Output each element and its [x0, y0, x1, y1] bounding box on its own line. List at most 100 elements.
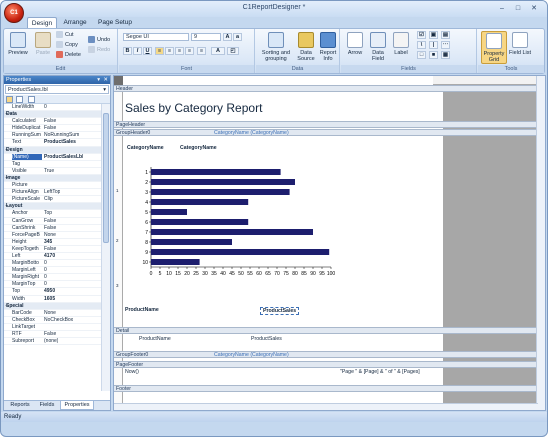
property-row[interactable]: Subreport (none): [4, 338, 102, 346]
footer-band[interactable]: Footer: [114, 385, 538, 392]
italic-button[interactable]: I: [133, 47, 142, 55]
property-value[interactable]: Top: [44, 210, 52, 216]
field-list-button[interactable]: Field List: [509, 31, 531, 64]
property-value[interactable]: False: [44, 218, 56, 224]
header-band[interactable]: Header: [114, 85, 538, 92]
tab-page-setup[interactable]: Page Setup: [95, 17, 135, 28]
category-field[interactable]: CategoryName: [180, 145, 217, 151]
font-size-combo[interactable]: 9: [191, 33, 221, 41]
categorized-icon[interactable]: [6, 96, 13, 103]
property-grid-button[interactable]: Property Grid: [481, 31, 507, 64]
object-selector[interactable]: ProductSales.lbl ▾: [5, 85, 109, 94]
valign-icon[interactable]: ≡: [197, 47, 206, 55]
alphabetical-icon[interactable]: [16, 96, 23, 103]
canvas-horizontal-scrollbar[interactable]: [114, 403, 538, 410]
cut-button[interactable]: Cut: [56, 31, 74, 40]
property-row[interactable]: MarginTop 0: [4, 281, 102, 289]
delete-button[interactable]: Delete: [56, 51, 81, 60]
property-value[interactable]: NoCheckBox: [44, 317, 73, 323]
detail-product-name[interactable]: ProductName: [139, 336, 171, 342]
property-row[interactable]: Left 4170: [4, 253, 102, 261]
property-category[interactable]: − Data: [4, 111, 102, 119]
tab-reports[interactable]: Reports: [6, 401, 34, 410]
report-title[interactable]: Sales by Category Report: [125, 101, 262, 115]
property-category[interactable]: − Special: [4, 302, 102, 310]
property-pages-icon[interactable]: [28, 96, 35, 103]
page-footer-band[interactable]: PageFooter: [114, 361, 538, 368]
legacy-field-icon[interactable]: ▦: [441, 51, 450, 59]
property-row[interactable]: Picture: [4, 182, 102, 190]
property-row[interactable]: MarginLeft 0: [4, 267, 102, 275]
bold-button[interactable]: B: [123, 47, 132, 55]
subreport-field-icon[interactable]: ▤: [441, 31, 450, 39]
property-value[interactable]: 1605: [44, 296, 55, 302]
align-left-icon[interactable]: ≡: [155, 47, 164, 55]
property-value[interactable]: False: [44, 225, 56, 231]
application-menu-button[interactable]: C1: [4, 3, 24, 23]
property-value[interactable]: 4170: [44, 253, 55, 259]
property-value[interactable]: ProductSalesLbl: [44, 154, 83, 160]
data-source-button[interactable]: Data Source: [295, 31, 317, 64]
page-header-band[interactable]: PageHeader: [114, 121, 538, 128]
align-right-icon[interactable]: ≡: [175, 47, 184, 55]
property-row[interactable]: Text ProductSales: [4, 139, 102, 147]
property-row[interactable]: Width 1605: [4, 296, 102, 303]
property-row[interactable]: LineWidth 0: [4, 104, 102, 112]
panel-close-icon[interactable]: ✕: [103, 76, 108, 84]
property-category[interactable]: − Layout: [4, 203, 102, 211]
paste-button[interactable]: Paste: [32, 31, 54, 64]
property-value[interactable]: Clip: [44, 196, 53, 202]
copy-button[interactable]: Copy: [56, 41, 78, 50]
shrink-font-icon[interactable]: a: [233, 33, 242, 41]
property-value[interactable]: None: [44, 232, 56, 238]
data-field-button[interactable]: Data Field: [367, 31, 389, 64]
property-row[interactable]: Anchor Top: [4, 210, 102, 218]
property-value[interactable]: 0: [44, 104, 47, 110]
property-value[interactable]: 0: [44, 274, 47, 280]
properties-scrollbar[interactable]: [101, 104, 110, 391]
category-sales-chart[interactable]: 0 5 10 15 20 25 30 35 40 45 50 55 60 65 70 75 80 85 90 95 10…: [141, 164, 337, 279]
tab-properties[interactable]: Properties: [60, 401, 94, 410]
font-family-combo[interactable]: Segoe UI: [123, 33, 189, 41]
arrow-button[interactable]: Arrow: [344, 31, 366, 64]
property-value[interactable]: 0: [44, 260, 47, 266]
product-sales-label[interactable]: ProductSales: [260, 307, 300, 315]
property-row[interactable]: Visible True: [4, 168, 102, 175]
property-row[interactable]: CanShrink False: [4, 225, 102, 232]
property-row[interactable]: RTF False: [4, 331, 102, 339]
property-category[interactable]: − Image: [4, 174, 102, 183]
align-center-icon[interactable]: ≡: [165, 47, 174, 55]
property-row[interactable]: PictureScale Clip: [4, 196, 102, 204]
sorting-grouping-button[interactable]: Sorting and grouping: [259, 31, 293, 64]
scroll-thumb[interactable]: [103, 113, 109, 243]
property-value[interactable]: True: [44, 168, 54, 174]
detail-band[interactable]: Detail: [114, 327, 538, 334]
property-row[interactable]: Height 345: [4, 239, 102, 246]
property-category[interactable]: − Design: [4, 146, 102, 154]
pin-icon[interactable]: ▾: [97, 76, 100, 84]
property-value[interactable]: False: [44, 125, 56, 131]
property-row[interactable]: Calculated False: [4, 118, 102, 126]
property-row[interactable]: MarginBotto 0: [4, 260, 102, 268]
property-row[interactable]: (Name) ProductSalesLbl: [4, 153, 102, 161]
property-value[interactable]: 0: [44, 281, 47, 287]
rectangle-field-icon[interactable]: □: [417, 51, 426, 59]
pagebreak-field-icon[interactable]: ⋯: [441, 41, 450, 49]
line-field-icon[interactable]: \: [417, 41, 426, 49]
property-value[interactable]: None: [44, 310, 56, 316]
report-info-button[interactable]: Report Info: [317, 31, 339, 64]
property-value[interactable]: (none): [44, 338, 58, 344]
barcode-field-icon[interactable]: |: [429, 41, 438, 49]
property-row[interactable]: RunningSum NoRunningSum: [4, 132, 102, 140]
property-row[interactable]: CheckBox NoCheckBox: [4, 317, 102, 324]
property-row[interactable]: Top 4950: [4, 288, 102, 296]
group-footer-band[interactable]: GroupFooter0 CategoryName (CategoryName): [114, 351, 538, 358]
close-icon[interactable]: ✕: [527, 4, 541, 13]
property-value[interactable]: False: [44, 331, 56, 337]
justify-icon[interactable]: ≡: [185, 47, 194, 55]
tab-fields[interactable]: Fields: [35, 401, 59, 410]
property-value[interactable]: 4950: [44, 288, 55, 294]
category-label[interactable]: CategoryName: [127, 145, 164, 151]
back-color-icon[interactable]: ◰: [227, 47, 239, 55]
property-value[interactable]: False: [44, 118, 56, 124]
